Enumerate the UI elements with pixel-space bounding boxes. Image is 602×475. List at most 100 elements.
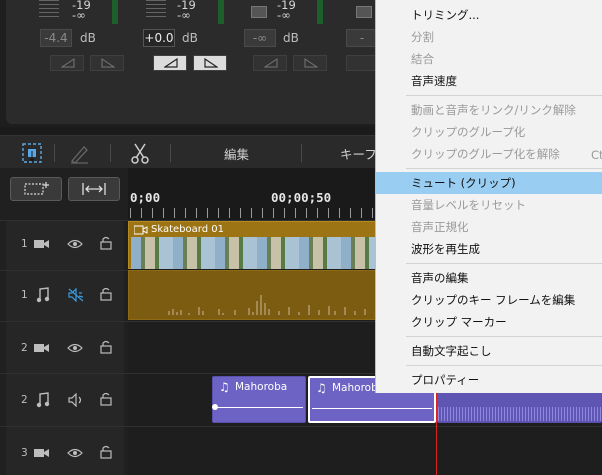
level-readout: -19 -∞ xyxy=(277,0,296,21)
menu-item-auto-transcribe[interactable]: 自動文字起こし xyxy=(376,340,602,362)
track-number: 2 xyxy=(21,342,28,354)
music-note-icon xyxy=(36,392,50,408)
track-number: 2 xyxy=(21,394,28,406)
track-header: 3 xyxy=(6,427,124,475)
db-unit: dB xyxy=(182,31,198,45)
lock-icon[interactable] xyxy=(100,392,112,406)
fade-in-icon xyxy=(164,58,178,68)
track-number: 1 xyxy=(21,238,28,250)
context-menu: トリミング... 分割 結合 音声速度 動画と音声をリンク/リンク解除 クリップ… xyxy=(375,0,602,393)
select-tool-icon[interactable] xyxy=(20,141,44,165)
edit-tab[interactable]: 編集 xyxy=(224,144,249,163)
lock-icon[interactable] xyxy=(100,236,112,250)
lock-icon[interactable] xyxy=(100,340,112,354)
toolbar-separator xyxy=(301,144,302,162)
fit-timeline-button[interactable] xyxy=(68,177,120,201)
toolbar-separator xyxy=(170,144,171,162)
music-note-icon xyxy=(36,287,50,303)
volume-line[interactable] xyxy=(312,408,432,409)
music-note-icon: ♫ xyxy=(219,380,230,394)
mixer-channel-2: -19 -∞ +0.0 dB xyxy=(136,0,241,75)
clip-thumbnails xyxy=(131,237,377,269)
linked-audio-clip[interactable] xyxy=(128,270,378,320)
video-clip[interactable]: Skateboard 01 xyxy=(128,221,378,269)
level-scale xyxy=(146,0,166,20)
fade-in-button[interactable] xyxy=(253,55,287,71)
menu-separator xyxy=(406,263,602,264)
menu-item-properties[interactable]: プロパティー xyxy=(376,369,602,391)
scissors-icon[interactable] xyxy=(128,141,152,165)
fade-in-icon xyxy=(61,58,75,68)
menu-item-split[interactable]: 分割 xyxy=(376,26,602,48)
fade-in-button[interactable] xyxy=(346,55,376,71)
camera-icon xyxy=(34,449,49,457)
volume-fader[interactable] xyxy=(356,6,372,18)
db-unit: dB xyxy=(283,31,299,45)
menu-item-normalize[interactable]: 音声正規化 xyxy=(376,216,602,238)
fade-out-icon xyxy=(101,58,115,68)
timecode-mid: 00;00;50 xyxy=(271,190,332,205)
track-number: 3 xyxy=(21,447,28,459)
volume-db-field[interactable]: -4.4 xyxy=(40,29,72,47)
db-unit: dB xyxy=(80,31,96,45)
eye-icon[interactable] xyxy=(67,238,83,250)
menu-item-clip-marker[interactable]: クリップ マーカー xyxy=(376,311,602,333)
menu-item-merge[interactable]: 結合 xyxy=(376,48,602,70)
mixer-channel-3: -19 -∞ -∞ dB xyxy=(241,0,346,75)
mixer-channel-1: -19 -∞ -4.4 dB xyxy=(6,0,136,75)
volume-db-field[interactable]: +0.0 xyxy=(143,29,175,47)
eye-icon[interactable] xyxy=(67,447,83,459)
volume-line[interactable] xyxy=(215,407,303,408)
menu-item-group[interactable]: クリップのグループ化 xyxy=(376,121,602,143)
level-meter xyxy=(218,0,224,24)
ruler-ticks xyxy=(130,208,380,218)
speaker-muted-icon[interactable] xyxy=(68,288,84,302)
menu-item-mute-clip[interactable]: ミュート (クリップ) xyxy=(376,172,602,194)
camera-icon xyxy=(34,240,49,248)
toolbar-separator xyxy=(54,144,55,162)
track-header: 2 xyxy=(6,374,124,426)
menu-item-edit-audio[interactable]: 音声の編集 xyxy=(376,267,602,289)
menu-item-reset-volume[interactable]: 音量レベルをリセット xyxy=(376,194,602,216)
fade-out-button[interactable] xyxy=(193,55,227,71)
speaker-icon[interactable] xyxy=(68,393,84,407)
menu-item-audio-speed[interactable]: 音声速度 xyxy=(376,70,602,92)
clip-title: Mahoroba xyxy=(235,381,288,393)
menu-item-regenerate-waveform[interactable]: 波形を再生成 xyxy=(376,238,602,260)
level-scale xyxy=(39,0,59,20)
menu-item-link-unlink[interactable]: 動画と音声をリンク/リンク解除 xyxy=(376,99,602,121)
pen-tool-icon[interactable] xyxy=(68,141,92,165)
volume-db-field[interactable]: -∞ xyxy=(244,29,276,47)
fade-out-button[interactable] xyxy=(90,55,124,71)
audio-clip-mahoroba-1[interactable]: ♫ Mahoroba xyxy=(212,376,306,423)
lock-icon[interactable] xyxy=(100,445,112,459)
audio-waveform xyxy=(438,407,601,421)
eye-icon[interactable] xyxy=(67,342,83,354)
volume-keyframe[interactable] xyxy=(212,404,218,410)
timecode-start: 0;00 xyxy=(130,190,161,205)
fade-in-button[interactable] xyxy=(153,55,187,71)
fit-width-icon xyxy=(82,183,106,195)
track-lane[interactable] xyxy=(128,427,602,475)
menu-item-edit-keyframes[interactable]: クリップのキー フレームを編集 xyxy=(376,289,602,311)
track-number: 1 xyxy=(21,289,28,301)
menu-item-ungroup[interactable]: クリップのグループ化を解除 xyxy=(376,143,602,165)
fade-out-icon xyxy=(204,58,218,68)
menu-item-trim[interactable]: トリミング... xyxy=(376,4,602,26)
add-track-button[interactable] xyxy=(10,177,62,201)
track-header: 1 xyxy=(6,221,124,270)
toolbar-separator xyxy=(110,144,111,162)
fade-in-button[interactable] xyxy=(50,55,84,71)
level-meter xyxy=(317,0,323,24)
level-meter xyxy=(112,0,118,24)
fade-in-icon xyxy=(264,58,278,68)
volume-fader[interactable] xyxy=(251,6,267,18)
lock-icon[interactable] xyxy=(100,287,112,301)
video-clip-icon xyxy=(134,225,148,235)
fade-out-icon xyxy=(304,58,318,68)
menu-separator xyxy=(406,168,602,169)
menu-separator xyxy=(406,336,602,337)
volume-db-field[interactable]: - xyxy=(346,29,378,47)
fade-out-button[interactable] xyxy=(293,55,327,71)
add-track-icon xyxy=(24,182,49,195)
